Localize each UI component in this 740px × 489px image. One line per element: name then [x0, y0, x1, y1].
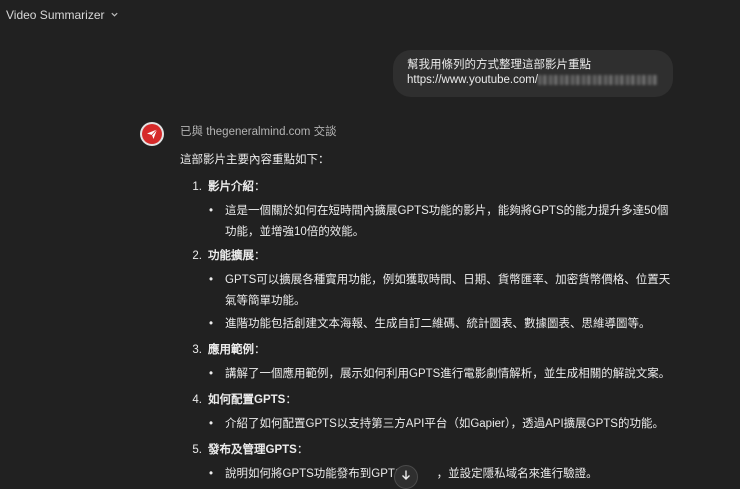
- scroll-to-bottom-button[interactable]: [394, 465, 418, 489]
- section-title: 功能擴展: [208, 250, 254, 262]
- list-number: 3.: [192, 344, 202, 356]
- list-item: 3. 應用範例：: [180, 342, 265, 358]
- user-message-text: 幫我用條列的方式整理這部影片重點: [407, 59, 591, 71]
- bullet-item: • 說明如何將GPTS功能發布到GPTS ，並設定隱私域名來進行驗證。: [209, 468, 598, 480]
- bullet-item: • 進階功能包括創建文本海報、生成自訂二維碼、統計圖表、數據圖表、思維導圖等。: [209, 314, 677, 335]
- bullet-text: 講解了一個應用範例，展示如何利用GPTS進行電影劇情解析，並生成相關的解說文案。: [225, 368, 671, 380]
- list-item: 5. 發布及管理GPTS：: [180, 442, 308, 458]
- arrow-down-icon: [400, 468, 412, 486]
- redacted-video-id: [538, 74, 659, 85]
- list-item: 2. 功能擴展：: [180, 248, 265, 264]
- list-item: 1. 影片介紹：: [180, 179, 265, 195]
- bullet-text: 進階功能包括創建文本海報、生成自訂二維碼、統計圖表、數據圖表、思維導圖等。: [225, 318, 651, 330]
- gpt-title: Video Summarizer: [6, 8, 105, 22]
- bullet-item: • GPTS可以擴展各種實用功能，例如獲取時間、日期、貨幣匯率、加密貨幣價格、位置…: [209, 270, 677, 312]
- gpt-selector[interactable]: Video Summarizer: [6, 6, 119, 24]
- bullet-text: GPTS可以擴展各種實用功能，例如獲取時間、日期、貨幣匯率、加密貨幣價格、位置天…: [225, 274, 671, 307]
- assistant-message: 已與 thegeneralmind.com 交談 這部影片主要內容重點如下： 1…: [180, 124, 680, 480]
- user-message-url[interactable]: https://www.youtube.com/: [407, 74, 538, 86]
- chevron-down-icon: [110, 10, 119, 21]
- bullet-item: • 介紹了如何配置GPTS以支持第三方API平台（如Gapier），透過API擴展…: [209, 414, 677, 435]
- bullet-item: • 講解了一個應用範例，展示如何利用GPTS進行電影劇情解析，並生成相關的解說文案…: [209, 364, 677, 385]
- bullet-item: • 這是一個關於如何在短時間內擴展GPTS功能的影片，能夠將GPTS的能力提升多達…: [209, 201, 677, 243]
- list-number: 5.: [192, 444, 202, 456]
- paper-plane-icon: [142, 124, 162, 144]
- list-number: 1.: [192, 181, 202, 193]
- bullet-text: 說明如何將GPTS功能發布到GPTS: [225, 468, 403, 480]
- response-intro: 這部影片主要內容重點如下：: [180, 154, 330, 166]
- user-message-bubble: 幫我用條列的方式整理這部影片重點 https://www.youtube.com…: [393, 50, 673, 97]
- section-title: 應用範例: [208, 344, 254, 356]
- list-number: 2.: [192, 250, 202, 262]
- list-item: 4. 如何配置GPTS：: [180, 392, 296, 408]
- list-number: 4.: [192, 394, 202, 406]
- section-title: 發布及管理GPTS: [208, 444, 297, 456]
- bullet-text-continued: ，並設定隱私域名來進行驗證。: [436, 468, 598, 480]
- action-status[interactable]: 已與 thegeneralmind.com 交談: [180, 124, 680, 140]
- section-title: 影片介紹: [208, 181, 254, 193]
- section-title: 如何配置GPTS: [208, 394, 286, 406]
- assistant-avatar: [140, 122, 164, 146]
- bullet-text: 這是一個關於如何在短時間內擴展GPTS功能的影片，能夠將GPTS的能力提升多達5…: [225, 205, 669, 238]
- bullet-text: 介紹了如何配置GPTS以支持第三方API平台（如Gapier），透過API擴展G…: [225, 418, 664, 430]
